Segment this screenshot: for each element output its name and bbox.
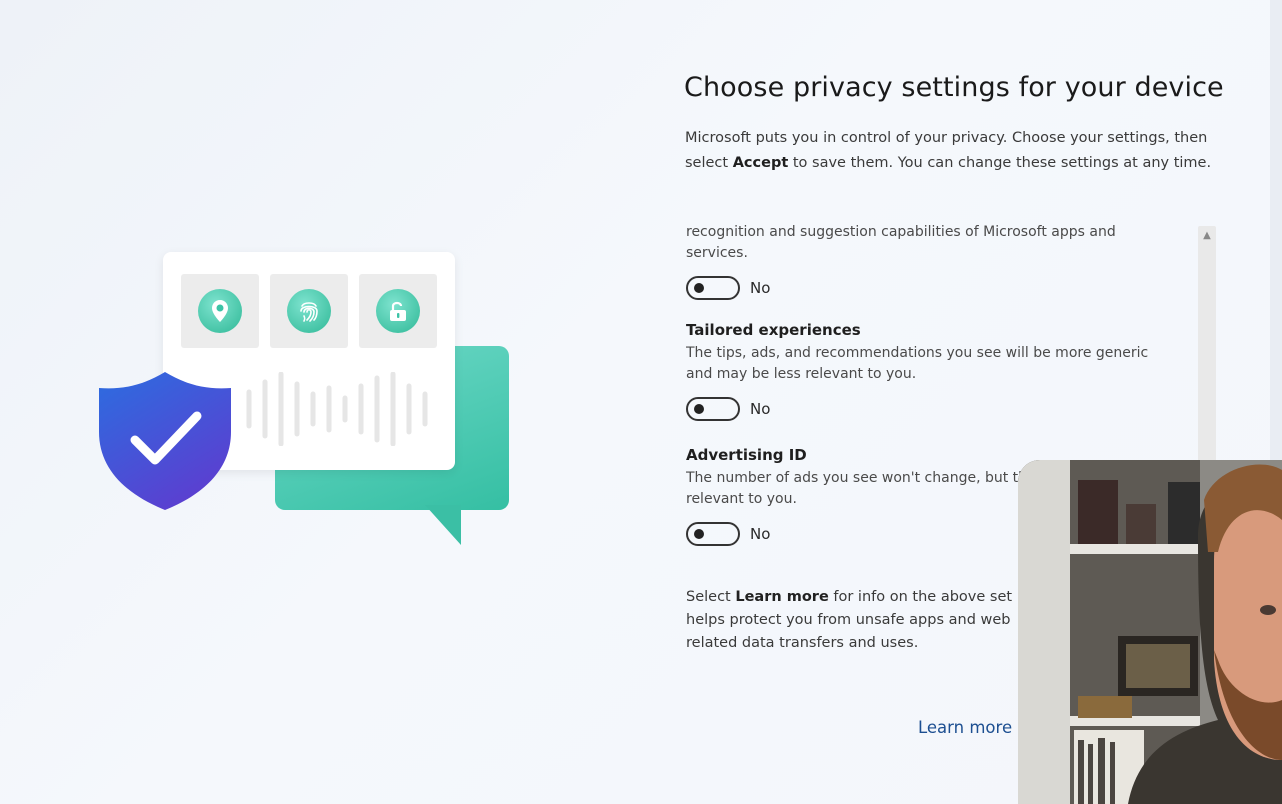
location-tile: [181, 274, 259, 348]
footer-text-end: for info on the above set: [828, 589, 1013, 605]
fingerprint-tile: [270, 274, 348, 348]
footer-text: Select: [686, 589, 736, 605]
webcam-person-image: [1018, 460, 1282, 804]
footer-line-2: helps protect you from unsafe apps and w…: [686, 612, 1011, 628]
unlock-tile: [359, 274, 437, 348]
chat-bubble-tail: [425, 505, 461, 545]
scrollbar-track[interactable]: [1198, 226, 1216, 462]
advertising-id-toggle[interactable]: [686, 522, 740, 546]
sound-wave-graphic: [246, 372, 428, 446]
footer-learn-more-bold: Learn more: [735, 589, 829, 605]
privacy-illustration: [95, 250, 515, 550]
chevron-up-icon[interactable]: ▲: [1198, 226, 1216, 244]
advertising-desc-line1: The number of ads you see won't change, …: [686, 470, 1028, 486]
page-intro: Microsoft puts you in control of your pr…: [685, 126, 1215, 175]
fingerprint-icon: [287, 289, 331, 333]
intro-accept-bold: Accept: [732, 154, 789, 171]
toggle-state-label: No: [750, 525, 771, 543]
inking-typing-toggle[interactable]: [686, 276, 740, 300]
toggle-state-label: No: [750, 279, 771, 297]
intro-text-end: to save them. You can change these setti…: [788, 154, 1212, 171]
advertising-desc-line2: relevant to you.: [686, 491, 797, 507]
footer-line-3: related data transfers and uses.: [686, 635, 919, 651]
unlock-icon: [376, 289, 420, 333]
location-pin-icon: [198, 289, 242, 333]
tailored-experiences-toggle[interactable]: [686, 397, 740, 421]
shield-check-icon: [99, 372, 231, 510]
page-title: Choose privacy settings for your device: [684, 72, 1224, 103]
setting-title-tailored: Tailored experiences: [686, 321, 861, 339]
learn-more-link[interactable]: Learn more: [918, 718, 1012, 737]
setting-partial-desc: recognition and suggestion capabilities …: [686, 224, 1116, 261]
webcam-overlay: [1018, 460, 1282, 804]
toggle-state-label: No: [750, 400, 771, 418]
setting-desc-tailored: The tips, ads, and recommendations you s…: [686, 345, 1149, 382]
